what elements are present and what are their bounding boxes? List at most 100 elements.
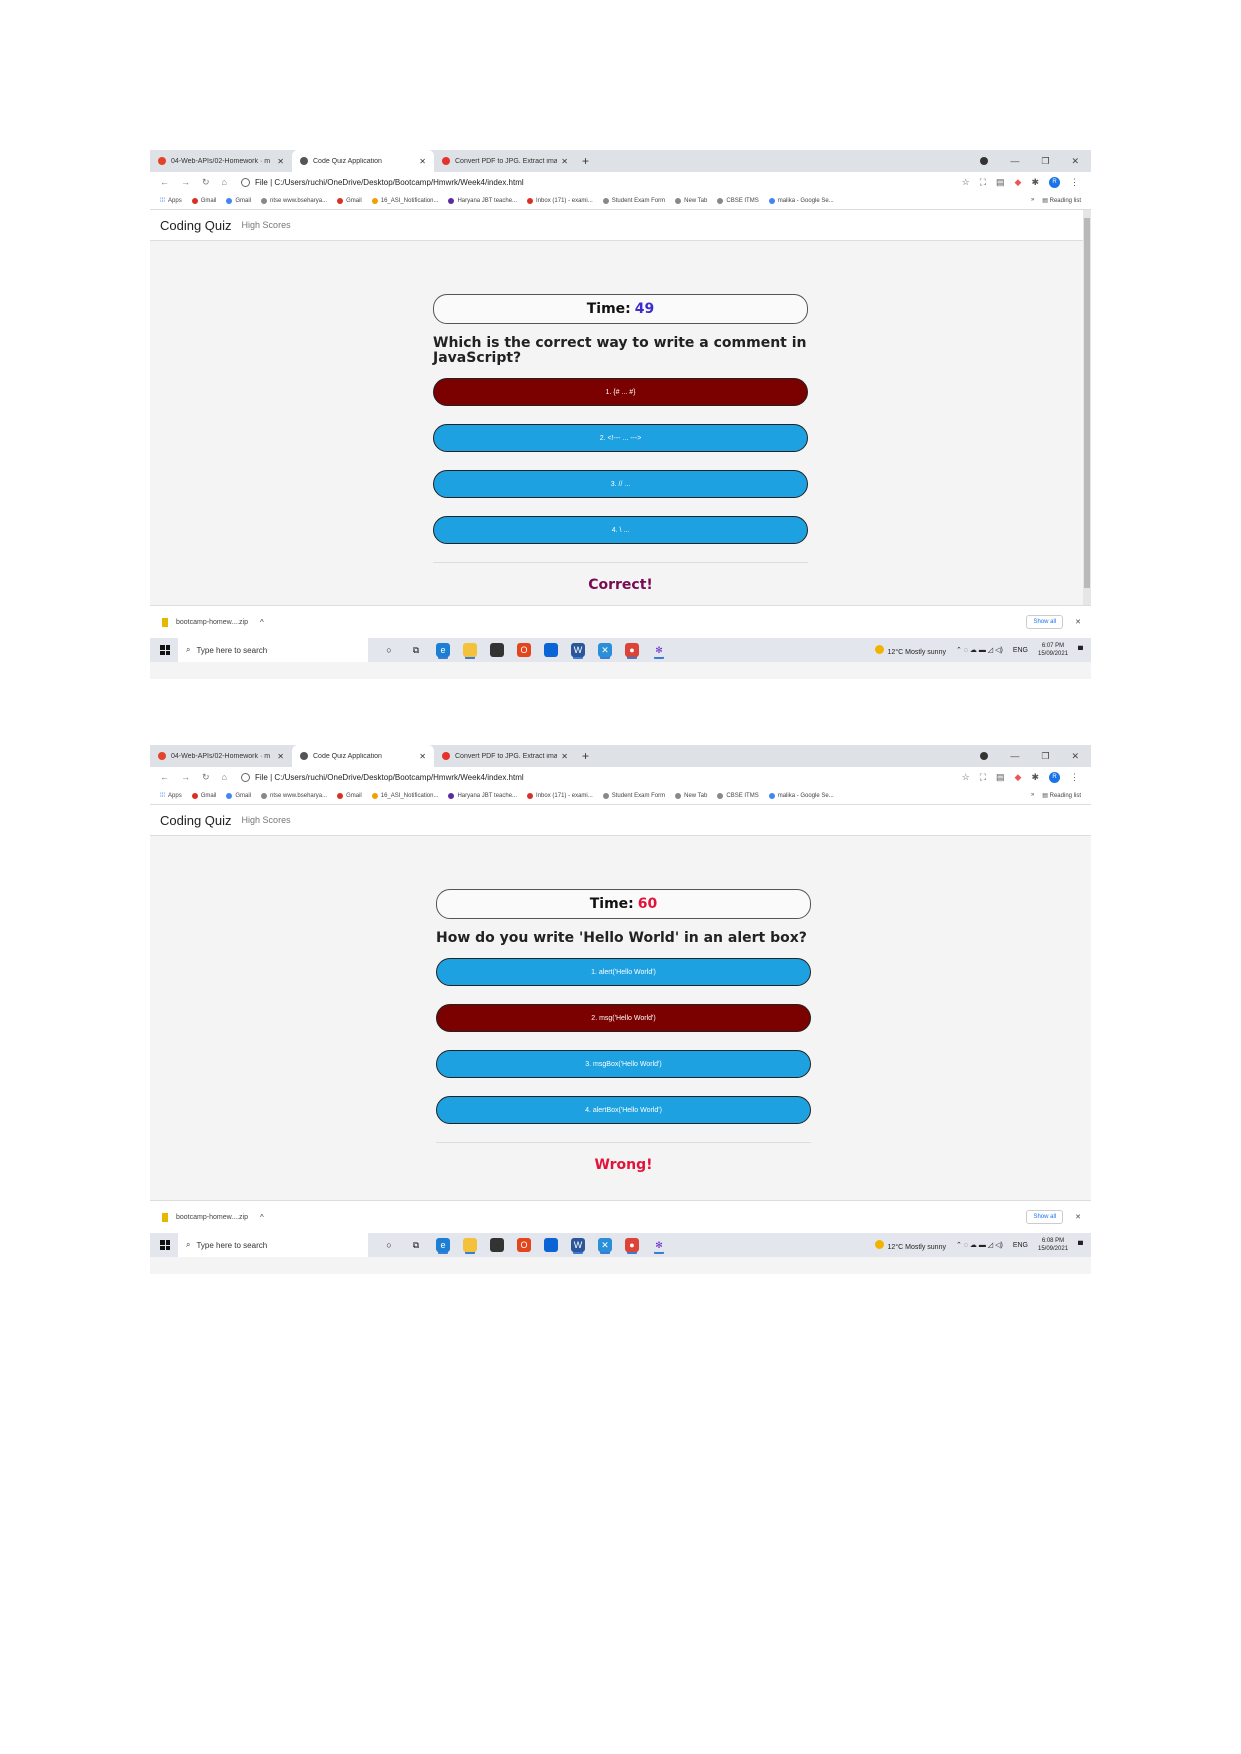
chrome-icon[interactable]: ● bbox=[625, 1238, 639, 1252]
extension-icon[interactable]: ▤ bbox=[996, 772, 1005, 783]
reading-list[interactable]: ▤ Reading list bbox=[1042, 197, 1081, 204]
scrollbar[interactable] bbox=[1083, 210, 1091, 605]
vscode-icon[interactable]: ✕ bbox=[598, 1238, 612, 1252]
url-field[interactable]: File | C:/Users/ruchi/OneDrive/Desktop/B… bbox=[240, 772, 524, 782]
tab-code-quiz[interactable]: Code Quiz Application ✕ bbox=[292, 745, 434, 767]
vscode-icon[interactable]: ✕ bbox=[598, 643, 612, 657]
chevron-up-icon[interactable]: ^ bbox=[260, 618, 264, 627]
windows-start-icon[interactable] bbox=[160, 1240, 170, 1250]
star-icon[interactable]: ☆ bbox=[962, 177, 970, 188]
close-icon[interactable]: ✕ bbox=[419, 752, 426, 761]
weather[interactable]: 12°C Mostly sunny bbox=[874, 1239, 946, 1251]
store-icon[interactable] bbox=[490, 1238, 504, 1252]
weather[interactable]: 12°C Mostly sunny bbox=[874, 644, 946, 656]
tab-pdf-convert[interactable]: Convert PDF to JPG. Extract imag ✕ bbox=[434, 745, 576, 767]
bookmark[interactable]: New Tab bbox=[675, 792, 707, 799]
bookmark[interactable]: malika - Google Se... bbox=[768, 792, 834, 799]
taskbar-search[interactable]: ⌕ Type here to search bbox=[178, 1233, 368, 1257]
forward-icon[interactable]: → bbox=[181, 177, 190, 188]
chrome-icon[interactable]: ● bbox=[625, 643, 639, 657]
back-icon[interactable]: ← bbox=[160, 177, 169, 188]
cortana-icon[interactable]: ○ bbox=[382, 643, 396, 657]
language-indicator[interactable]: ENG bbox=[1013, 1242, 1028, 1249]
high-scores-link[interactable]: High Scores bbox=[242, 815, 291, 825]
new-tab-button[interactable]: + bbox=[582, 749, 589, 763]
diamond-icon[interactable]: ◆ bbox=[1015, 177, 1022, 188]
answer-button-3[interactable]: 3. msgBox('Hello World') bbox=[436, 1050, 811, 1078]
forward-icon[interactable]: → bbox=[181, 772, 190, 783]
puzzle-icon[interactable]: ✱ bbox=[1031, 177, 1039, 188]
reading-list[interactable]: ▤ Reading list bbox=[1042, 792, 1081, 799]
bookmark[interactable]: ntse www.bseharya... bbox=[261, 197, 327, 204]
windows-start-icon[interactable] bbox=[160, 645, 170, 655]
bookmark[interactable]: CBSE ITMS bbox=[717, 197, 759, 204]
screenshot-icon[interactable]: ⛶ bbox=[980, 772, 986, 783]
download-file[interactable]: bootcamp-homew....zip bbox=[176, 1214, 248, 1221]
bookmark[interactable]: Gmail bbox=[191, 792, 216, 799]
office-icon[interactable]: O bbox=[517, 1238, 531, 1252]
bookmark[interactable]: Inbox (171) - exami... bbox=[527, 792, 593, 799]
close-icon[interactable]: ✕ bbox=[561, 157, 568, 166]
close-icon[interactable]: ✕ bbox=[277, 157, 284, 166]
bookmark[interactable]: Haryana JBT teache... bbox=[448, 792, 517, 799]
more-bookmarks-icon[interactable]: » bbox=[1031, 197, 1034, 204]
file-explorer-icon[interactable] bbox=[463, 643, 477, 657]
edge-icon[interactable]: e bbox=[436, 1238, 450, 1252]
answer-button-4[interactable]: 4. alertBox('Hello World') bbox=[436, 1096, 811, 1124]
maximize-icon[interactable]: ❐ bbox=[1041, 156, 1049, 167]
avatar[interactable]: R bbox=[1049, 771, 1060, 783]
show-all-button[interactable]: Show all bbox=[1026, 1210, 1064, 1224]
bookmark[interactable]: Student Exam Form bbox=[602, 792, 665, 799]
edge-icon[interactable]: e bbox=[436, 643, 450, 657]
tab-pdf-convert[interactable]: Convert PDF to JPG. Extract imag ✕ bbox=[434, 150, 576, 172]
tray-icons[interactable]: ⌃ ◌ ☁ ▬ ◿ ◁) bbox=[956, 646, 1003, 654]
close-icon[interactable]: ✕ bbox=[1075, 618, 1081, 626]
new-tab-button[interactable]: + bbox=[582, 154, 589, 168]
bookmark-apps[interactable]: ⁞⁞⁞ Apps bbox=[160, 793, 182, 799]
download-file[interactable]: bootcamp-homew....zip bbox=[176, 619, 248, 626]
close-icon[interactable]: ✕ bbox=[561, 752, 568, 761]
mail-icon[interactable] bbox=[544, 643, 558, 657]
bookmark[interactable]: 16_ASI_Notification... bbox=[371, 792, 438, 799]
word-icon[interactable]: W bbox=[571, 1238, 585, 1252]
bookmark[interactable]: Gmail bbox=[191, 197, 216, 204]
screenshot-icon[interactable]: ⛶ bbox=[980, 177, 986, 188]
app-brand[interactable]: Coding Quiz bbox=[160, 218, 232, 233]
clock[interactable]: 6:08 PM 15/09/2021 bbox=[1038, 1237, 1068, 1253]
extension-icon[interactable]: ▤ bbox=[996, 177, 1005, 188]
close-icon[interactable]: ✕ bbox=[1075, 1213, 1081, 1221]
maximize-icon[interactable]: ❐ bbox=[1041, 751, 1049, 762]
bookmark[interactable]: Haryana JBT teache... bbox=[448, 197, 517, 204]
menu-icon[interactable]: ⋮ bbox=[1070, 177, 1079, 188]
reload-icon[interactable]: ↻ bbox=[202, 177, 210, 188]
show-all-button[interactable]: Show all bbox=[1026, 615, 1064, 629]
tab-gitlab[interactable]: 04-Web-APIs/02-Homework · m ✕ bbox=[150, 150, 292, 172]
bookmark[interactable]: CBSE ITMS bbox=[717, 792, 759, 799]
bookmark[interactable]: Gmail bbox=[226, 792, 251, 799]
close-window-icon[interactable]: ✕ bbox=[1071, 156, 1079, 167]
tab-code-quiz[interactable]: Code Quiz Application ✕ bbox=[292, 150, 434, 172]
tray-icons[interactable]: ⌃ ◌ ☁ ▬ ◿ ◁) bbox=[956, 1241, 1003, 1249]
minimize-icon[interactable]: — bbox=[1010, 751, 1019, 761]
record-icon[interactable] bbox=[980, 752, 989, 760]
minimize-icon[interactable]: — bbox=[1010, 156, 1019, 166]
language-indicator[interactable]: ENG bbox=[1013, 647, 1028, 654]
store-icon[interactable] bbox=[490, 643, 504, 657]
chevron-up-icon[interactable]: ^ bbox=[260, 1213, 264, 1222]
task-view-icon[interactable]: ⧉ bbox=[409, 643, 423, 657]
word-icon[interactable]: W bbox=[571, 643, 585, 657]
answer-button-2[interactable]: 2. <!--- ... ---> bbox=[433, 424, 808, 452]
url-field[interactable]: File | C:/Users/ruchi/OneDrive/Desktop/B… bbox=[240, 177, 524, 187]
close-icon[interactable]: ✕ bbox=[277, 752, 284, 761]
office-icon[interactable]: O bbox=[517, 643, 531, 657]
bookmark-apps[interactable]: ⁞⁞⁞ Apps bbox=[160, 198, 182, 204]
mail-icon[interactable] bbox=[544, 1238, 558, 1252]
star-icon[interactable]: ☆ bbox=[962, 772, 970, 783]
answer-button-4[interactable]: 4. \ ... bbox=[433, 516, 808, 544]
bookmark[interactable]: Gmail bbox=[337, 197, 362, 204]
more-bookmarks-icon[interactable]: » bbox=[1031, 792, 1034, 799]
taskbar-search[interactable]: ⌕ Type here to search bbox=[178, 638, 368, 662]
bookmark[interactable]: ntse www.bseharya... bbox=[261, 792, 327, 799]
close-window-icon[interactable]: ✕ bbox=[1071, 751, 1079, 762]
notification-icon[interactable]: ▀ bbox=[1078, 647, 1083, 654]
